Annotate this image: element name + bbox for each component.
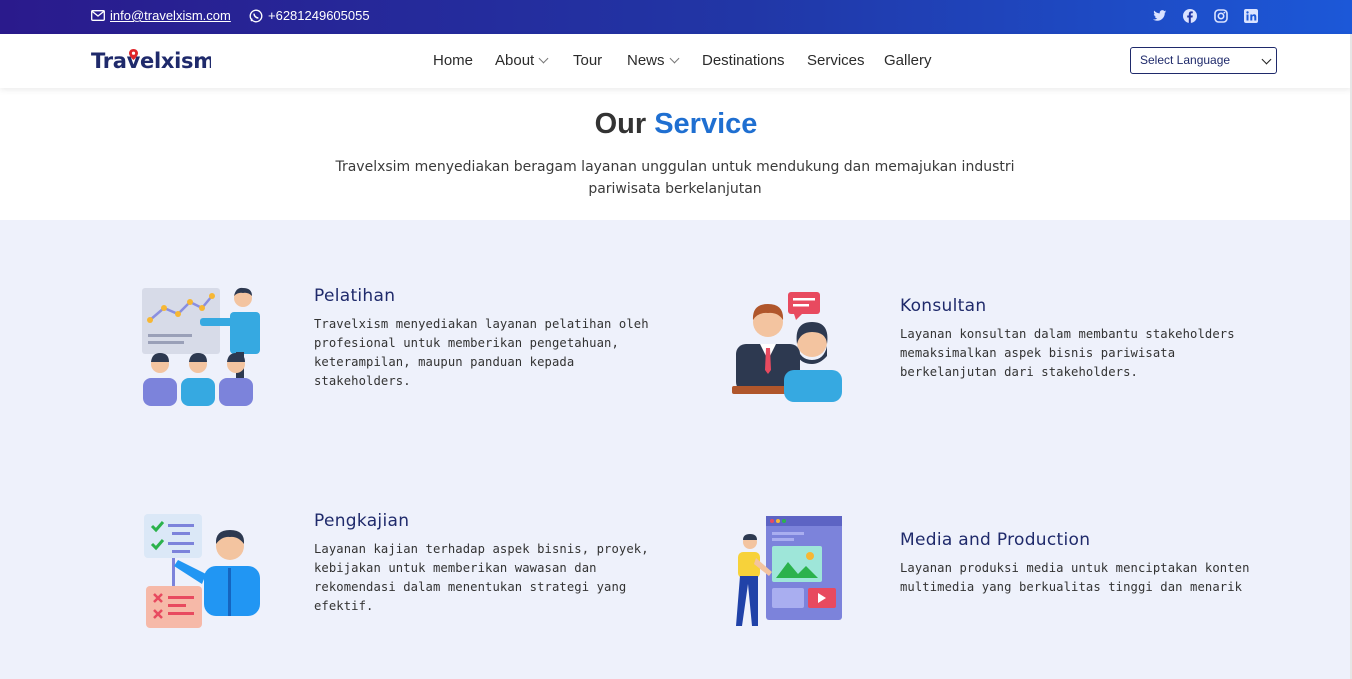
nav-gallery[interactable]: Gallery [884,52,932,69]
section-subtitle: Travelxsim menyediakan beragam layanan u… [330,156,1020,200]
service-title-konsultan: Konsultan [900,296,987,316]
section-title: Our Service [0,108,1352,141]
media-production-illustration-icon [736,516,842,626]
desc-line: Layanan konsultan dalam membantu stakeho… [900,327,1235,341]
nav-home-label: Home [433,52,474,69]
section-title-part1: Our [594,108,647,140]
service-title-media: Media and Production [900,530,1091,550]
svg-text:Travelxism: Travelxism [91,49,211,73]
logo-wordmark: Travelxism [91,49,215,73]
desc-line: multimedia yang berkualitas tinggi dan m… [900,580,1243,594]
linkedin-icon[interactable] [1243,8,1259,24]
nav-services-label: Services [807,52,865,69]
phone-link[interactable]: +6281249605055 [249,8,370,23]
language-select[interactable]: Select Language [1130,47,1277,74]
section-subtitle-line: pariwisata berkelanjutan [588,181,762,197]
nav-tour[interactable]: Tour [573,52,602,69]
desc-line: keterampilan, maupun panduan kepada [314,355,575,369]
chevron-down-icon [1261,54,1272,65]
email-link[interactable]: info@travelxism.com [91,8,231,23]
consultant-illustration-icon [732,292,842,402]
nav-tour-label: Tour [573,52,603,69]
desc-line: Layanan kajian terhadap aspek bisnis, pr… [314,542,649,556]
nav-destinations-label: Destinations [702,52,785,69]
desc-line: berkelanjutan dari stakeholders. [900,365,1138,379]
desc-line: Layanan produksi media untuk menciptakan… [900,561,1250,575]
phone-text[interactable]: +6281249605055 [268,8,370,23]
nav-news-label: News [627,52,665,69]
nav-news[interactable]: News [627,52,679,69]
desc-line: rekomendasi dalam menentukan strategi ya… [314,580,627,594]
nav-gallery-label: Gallery [884,52,932,69]
section-subtitle-line: Travelxsim menyediakan beragam layanan u… [335,159,1015,175]
service-desc-pelatihan: Travelxism menyediakan layanan pelatihan… [314,315,674,391]
service-desc-pengkajian: Layanan kajian terhadap aspek bisnis, pr… [314,540,674,616]
service-title-pengkajian: Pengkajian [314,511,410,531]
service-desc-media: Layanan produksi media untuk menciptakan… [900,559,1290,597]
nav-about[interactable]: About [495,52,549,69]
chevron-down-icon [669,53,679,64]
main-navbar: Travelxism Home About Tour News Destinat… [0,34,1352,88]
language-select-value: Select Language [1140,53,1231,67]
chevron-down-icon [538,53,549,64]
nav-home[interactable]: Home [433,52,473,69]
top-contact-bar: info@travelxism.com +6281249605055 [0,0,1352,34]
twitter-icon[interactable] [1152,8,1168,24]
service-title-pelatihan: Pelatihan [314,286,396,306]
desc-line: efektif. [314,599,374,613]
training-illustration-icon [142,287,260,406]
nav-destinations[interactable]: Destinations [702,52,785,69]
desc-line: Travelxism menyediakan layanan pelatihan… [314,317,649,331]
assessment-illustration-icon [144,514,260,628]
desc-line: kebijakan untuk memberikan wawasan dan [314,561,597,575]
instagram-icon[interactable] [1213,8,1229,24]
nav-about-label: About [495,52,535,69]
envelope-icon [91,10,105,21]
email-text[interactable]: info@travelxism.com [110,8,231,23]
site-logo[interactable]: Travelxism [91,46,215,79]
facebook-icon[interactable] [1182,8,1198,24]
service-desc-konsultan: Layanan konsultan dalam membantu stakeho… [900,325,1280,382]
section-title-accent: Service [654,108,758,140]
desc-line: profesional untuk memberikan pengetahuan… [314,336,619,350]
desc-line: memaksimalkan aspek bisnis pariwisata [900,346,1176,360]
whatsapp-icon [249,9,263,22]
nav-services[interactable]: Services [807,52,865,69]
desc-line: stakeholders. [314,374,411,388]
